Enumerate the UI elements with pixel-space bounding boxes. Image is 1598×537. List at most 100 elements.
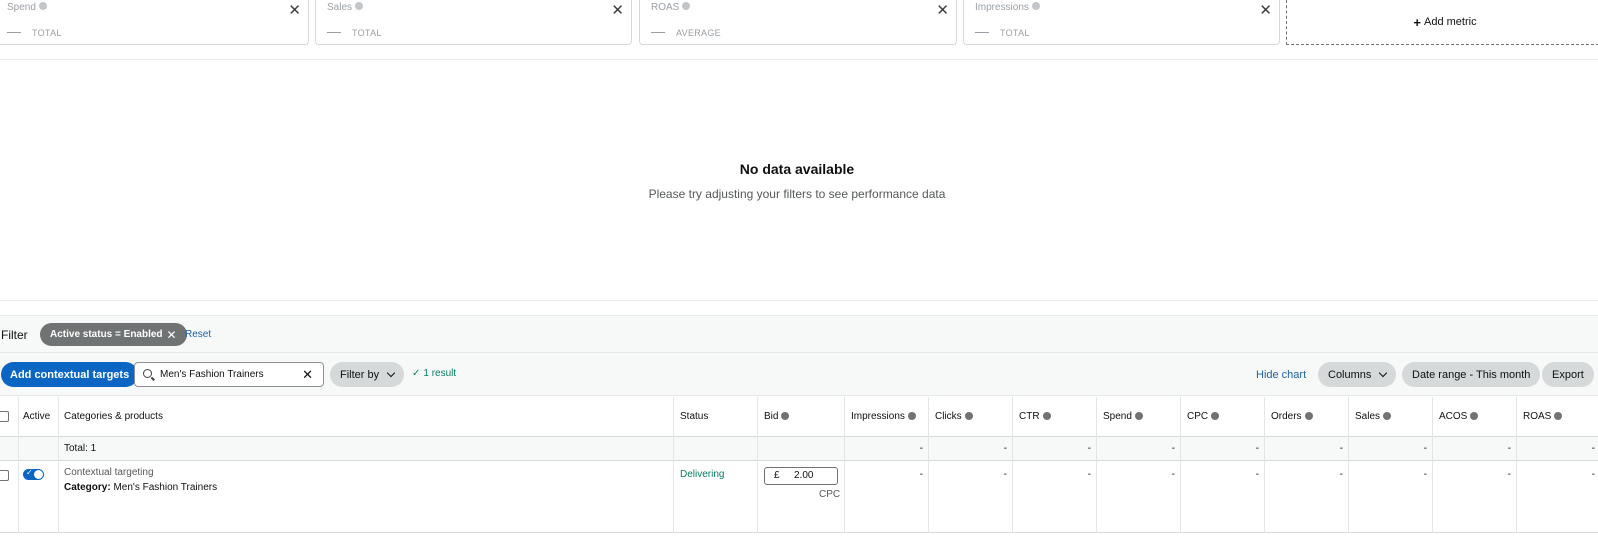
column-divider [757,397,758,533]
col-sales[interactable]: Sales [1355,411,1392,422]
row-clicks: - [1003,469,1007,480]
metric-name-wrap: Sales [327,2,364,13]
col-orders[interactable]: Orders [1271,411,1313,422]
metric-card-roas[interactable]: ROAS ✕ AVERAGE [639,0,957,45]
info-icon[interactable] [1042,412,1051,420]
col-impressions[interactable]: Impressions [851,411,916,422]
total-acos: - [1507,443,1511,454]
search-icon [143,369,152,378]
close-icon[interactable]: ✕ [288,1,301,19]
col-cpc[interactable]: CPC [1187,411,1220,422]
close-icon[interactable]: ✕ [1259,1,1272,19]
col-ctr[interactable]: CTR [1019,411,1051,422]
column-divider [844,397,845,533]
no-data-subtitle: Please try adjusting your filters to see… [648,187,946,201]
clear-icon[interactable]: ✕ [302,367,313,383]
column-divider [673,397,674,533]
search-box[interactable]: ✕ [134,362,324,387]
col-cpc-label: CPC [1187,411,1209,422]
series-line-swatch [651,32,665,33]
info-icon[interactable] [38,2,47,10]
row-checkbox[interactable] [0,470,9,481]
row-ctr: - [1087,469,1091,480]
close-icon[interactable]: ✕ [936,1,949,19]
col-bid[interactable]: Bid [764,411,790,422]
col-orders-label: Orders [1271,411,1302,422]
columns-dropdown[interactable]: Columns [1318,362,1397,387]
metric-card-impressions[interactable]: Impressions ✕ TOTAL [963,0,1280,45]
metric-name: Spend [7,2,36,13]
series-line-swatch [975,32,989,33]
reset-link[interactable]: Reset [185,329,211,340]
col-impressions-label: Impressions [851,411,905,422]
add-contextual-targets-button[interactable]: Add contextual targets [1,362,139,387]
total-sales: - [1423,443,1427,454]
metric-name-wrap: ROAS [651,2,691,13]
column-divider [58,397,59,533]
bid-currency: £ [774,470,780,481]
search-input[interactable] [160,366,300,383]
info-icon[interactable] [1134,412,1143,420]
close-icon[interactable]: ✕ [167,328,177,342]
info-icon[interactable] [1031,2,1040,10]
info-icon[interactable] [1211,412,1220,420]
plus-icon: + [1413,14,1421,30]
info-icon[interactable] [1304,412,1313,420]
metric-name-wrap: Impressions [975,2,1040,13]
col-active: Active [23,411,51,422]
select-all-checkbox[interactable] [0,411,9,422]
column-divider [1096,397,1097,533]
metric-name-wrap: Spend [7,2,47,13]
metric-cards: Spend ✕ TOTAL Sales ✕ TOTAL ROAS ✕ AVERA… [0,0,1598,46]
export-button[interactable]: Export [1542,362,1594,387]
col-spend[interactable]: Spend [1103,411,1143,422]
target-type: Contextual targeting [64,467,154,478]
status-delivering: Delivering [680,469,725,480]
col-categories[interactable]: Categories & products [64,411,163,422]
metric-aggregate: TOTAL [32,28,62,38]
info-icon[interactable] [781,412,790,420]
col-clicks[interactable]: Clicks [935,411,973,422]
table-row: ✓ Contextual targeting Category: Men's F… [0,461,1598,533]
bid-type: CPC [819,489,841,500]
info-icon[interactable] [355,2,364,10]
total-impressions: - [919,443,923,454]
column-divider [1348,397,1349,533]
col-spend-label: Spend [1103,411,1132,422]
info-icon[interactable] [1383,412,1392,420]
bid-input[interactable]: £ 2.00 [764,467,838,485]
hide-chart-link[interactable]: Hide chart [1256,369,1306,381]
col-status[interactable]: Status [680,411,708,422]
filter-by-label: Filter by [340,368,380,381]
row-acos: - [1507,469,1511,480]
info-icon[interactable] [964,412,973,420]
info-icon[interactable] [907,412,916,420]
col-roas[interactable]: ROAS [1523,411,1563,422]
info-icon[interactable] [1554,412,1563,420]
result-count-label: 1 result [423,368,457,379]
row-orders: - [1339,469,1343,480]
chart-area: No data available Please try adjusting y… [0,59,1598,301]
metric-card-spend[interactable]: Spend ✕ TOTAL [0,0,309,45]
total-orders: - [1339,443,1343,454]
metric-aggregate: TOTAL [352,28,382,38]
total-spend: - [1171,443,1175,454]
info-icon[interactable] [682,2,691,10]
chevron-down-icon [1379,368,1388,378]
active-toggle[interactable]: ✓ [23,468,44,480]
col-acos[interactable]: ACOS [1439,411,1479,422]
target-category: Category: Men's Fashion Trainers [64,482,217,493]
col-sales-label: Sales [1355,411,1381,422]
filter-by-dropdown[interactable]: Filter by [330,362,405,387]
date-range-button[interactable]: Date range - This month [1402,362,1541,387]
filter-chip[interactable]: Active status = Enabled ✕ [40,323,187,346]
column-divider [18,397,19,533]
add-metric-button[interactable]: + Add metric [1286,0,1598,45]
add-metric-label: Add metric [1424,16,1477,28]
info-icon[interactable] [1470,412,1479,420]
col-roas-label: ROAS [1523,411,1552,422]
metric-card-sales[interactable]: Sales ✕ TOTAL [315,0,632,45]
close-icon[interactable]: ✕ [611,1,624,19]
col-acos-label: ACOS [1439,411,1468,422]
col-ctr-label: CTR [1019,411,1040,422]
